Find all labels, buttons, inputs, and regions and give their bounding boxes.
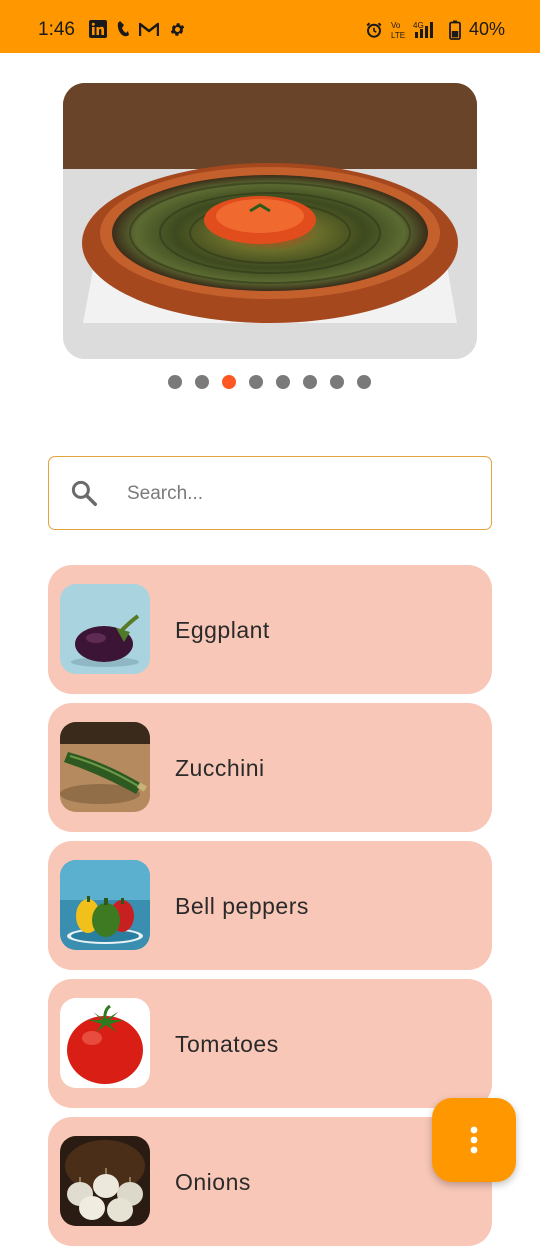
search-icon [71,480,97,506]
tomato-thumbnail [60,998,150,1088]
list-item-bell-peppers[interactable]: Bell peppers [48,841,492,970]
more-vert-icon [470,1126,478,1154]
notification-icons [89,20,186,38]
ingredient-name: Eggplant [175,617,270,643]
search-input[interactable] [125,475,469,513]
carousel-dot[interactable] [168,375,182,389]
carousel-dot[interactable] [222,375,236,389]
carousel-dot[interactable] [276,375,290,389]
ingredient-name: Bell peppers [175,893,309,919]
list-item-tomatoes[interactable]: Tomatoes [48,979,492,1108]
bell-peppers-thumbnail [60,860,150,950]
list-item-onions[interactable]: Onions [48,1117,492,1246]
onions-thumbnail [60,1136,150,1226]
carousel-indicator [168,375,371,389]
svg-text:Vo: Vo [391,21,401,30]
alarm-icon [366,22,382,38]
ingredient-list: Eggplant Zucchini Bell peppers Tomatoes … [48,565,492,1255]
carousel-dot[interactable] [330,375,344,389]
volte-icon: Vo LTE [391,21,405,40]
settings-icon [170,22,185,36]
search-bar[interactable] [48,456,492,530]
status-time: 1:46 [38,19,75,40]
carousel-dot[interactable] [357,375,371,389]
ingredient-name: Tomatoes [175,1031,279,1057]
ratatouille-image [63,83,477,359]
status-bar: 1:46 Vo LTE 4G 40% [0,0,540,53]
signal-4g-icon: 4G [413,21,433,38]
carousel-dot[interactable] [195,375,209,389]
battery-icon [449,20,461,40]
carousel-dot[interactable] [303,375,317,389]
system-icons: Vo LTE 4G 40% [365,19,505,40]
list-item-zucchini[interactable]: Zucchini [48,703,492,832]
ingredient-name: Zucchini [175,755,265,781]
carousel-dot[interactable] [249,375,263,389]
phone-call-icon [117,21,129,37]
list-item-eggplant[interactable]: Eggplant [48,565,492,694]
ingredient-name: Onions [175,1169,251,1195]
carousel-image[interactable] [63,83,477,359]
eggplant-thumbnail [60,584,150,674]
zucchini-thumbnail [60,722,150,812]
svg-text:LTE: LTE [391,31,405,40]
svg-text:4G: 4G [413,21,424,30]
more-options-button[interactable] [432,1098,516,1182]
gmail-icon [139,22,159,36]
linkedin-icon [89,20,107,38]
battery-percent: 40% [468,19,505,39]
